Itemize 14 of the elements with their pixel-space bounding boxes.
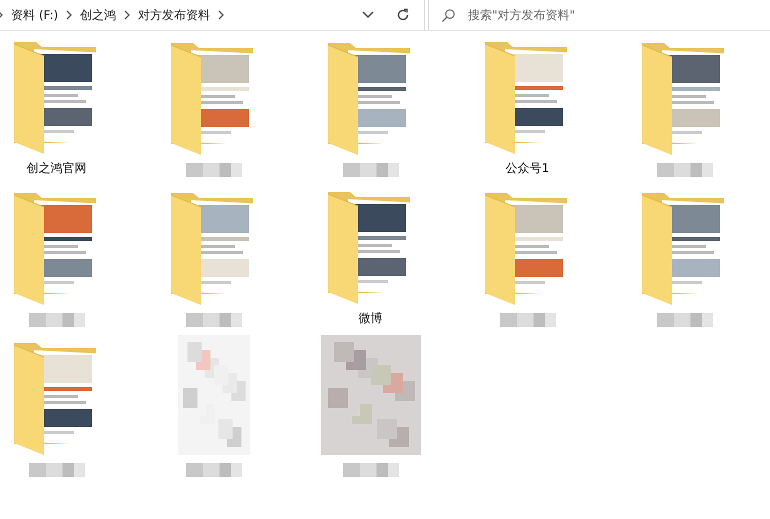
file-name: 微博	[358, 310, 382, 327]
search-field[interactable]: 搜索"对方发布资料"	[466, 7, 770, 23]
dropdown-icon[interactable]	[362, 11, 374, 19]
breadcrumb[interactable]: 创之鸿	[80, 6, 116, 24]
chevron-icon[interactable]	[218, 10, 224, 20]
search-icon	[441, 8, 456, 22]
chevron-icon[interactable]	[66, 10, 72, 20]
address-bar[interactable]: 资料 (F:) 创之鸿 对方发布资料	[0, 0, 425, 30]
refresh-icon[interactable]	[396, 8, 410, 22]
breadcrumb[interactable]: 对方发布资料	[138, 6, 210, 24]
file-name: 公众号1	[506, 160, 550, 177]
file-name: 创之鸿官网	[26, 160, 86, 177]
breadcrumb[interactable]: 资料 (F:)	[11, 6, 58, 24]
chevron-icon[interactable]	[124, 10, 130, 20]
